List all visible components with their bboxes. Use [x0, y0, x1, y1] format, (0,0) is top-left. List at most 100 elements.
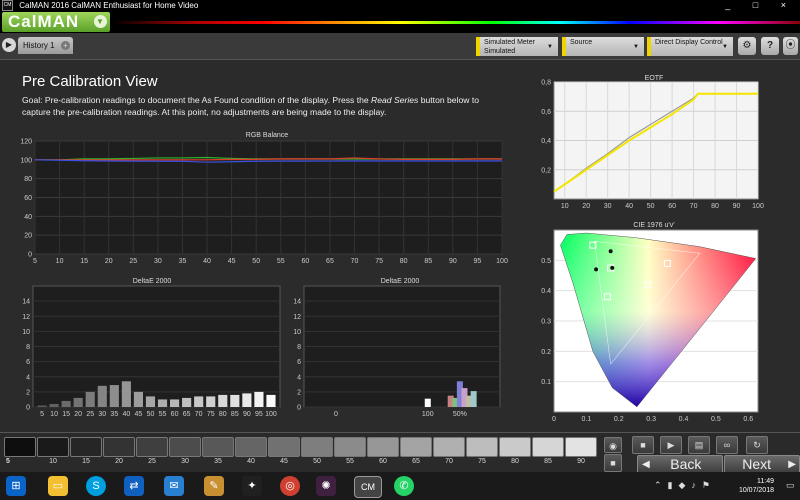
- window-controls: _ □ ×: [725, 0, 796, 11]
- x-tick-label: 30: [604, 203, 612, 210]
- display-label: Direct Display Control: [655, 39, 723, 46]
- tab-label: History 1: [23, 41, 55, 50]
- patch-swatch[interactable]: [367, 437, 399, 457]
- x-tick-label: 20: [105, 258, 113, 265]
- x-tick-label: 95: [255, 411, 263, 418]
- refresh-icon[interactable]: ↻: [746, 436, 768, 454]
- y-tick-label: 14: [22, 299, 30, 306]
- next-label: Next: [742, 456, 772, 472]
- deltae-colors-chart: DeltaE 2000 0 2 4 6 8 10 12 14 0 100 50%: [293, 278, 501, 418]
- file-explorer-icon[interactable]: ▭: [48, 476, 68, 496]
- patch-swatch[interactable]: [268, 437, 300, 457]
- bar: [49, 403, 59, 407]
- y-tick-label: 6: [26, 359, 30, 366]
- y-tick-label: 80: [24, 176, 32, 183]
- patch-swatch[interactable]: [466, 437, 498, 457]
- x-tick-label: 60: [171, 411, 179, 418]
- patch-label: 80: [511, 458, 519, 465]
- eotf-title: EOTF: [645, 75, 664, 82]
- skype-icon[interactable]: S: [86, 476, 106, 496]
- patch-swatch[interactable]: [103, 437, 135, 457]
- calman-taskbar-icon[interactable]: CM: [354, 476, 382, 498]
- x-tick-label: 50%: [453, 411, 467, 418]
- patch-swatch[interactable]: [235, 437, 267, 457]
- maximize-button[interactable]: □: [753, 0, 768, 10]
- mail-icon[interactable]: ✉: [164, 476, 184, 496]
- paint-icon[interactable]: ✎: [204, 476, 224, 496]
- loop-button[interactable]: ∞: [716, 436, 738, 454]
- app-icon[interactable]: ✦: [242, 476, 262, 496]
- x-tick-label: 60: [668, 203, 676, 210]
- options-icon[interactable]: ⦿: [783, 37, 798, 55]
- y-tick-label: 60: [24, 195, 32, 202]
- stop-button[interactable]: ■: [632, 436, 654, 454]
- notification-icon[interactable]: ▭: [786, 480, 795, 491]
- clock-date: 10/07/2018: [738, 487, 774, 494]
- patch-label: 20: [115, 458, 123, 465]
- tab-history-1[interactable]: History 1 +: [18, 37, 73, 54]
- teamviewer-icon[interactable]: ⇄: [124, 476, 144, 496]
- patch-swatch[interactable]: [400, 437, 432, 457]
- x-tick-label: 70: [690, 203, 698, 210]
- add-tab-icon[interactable]: +: [61, 41, 70, 50]
- bar: [242, 393, 252, 407]
- x-tick-label: 10: [50, 411, 58, 418]
- display-control-dropdown[interactable]: Direct Display Control ▼: [647, 37, 733, 56]
- x-tick-label: 35: [110, 411, 118, 418]
- x-tick-label: 70: [195, 411, 203, 418]
- calman-menu-button[interactable]: CalMAN ▼: [2, 12, 110, 32]
- patch-swatch[interactable]: [4, 437, 36, 457]
- meter-sub: Simulated: [484, 48, 516, 55]
- patch-swatch[interactable]: [565, 437, 597, 457]
- bar: [424, 398, 431, 407]
- y-tick-label: 0: [28, 252, 32, 259]
- patch-swatch[interactable]: [334, 437, 366, 457]
- eye-icon[interactable]: ◉: [604, 437, 622, 453]
- y-tick-label: 10: [22, 329, 30, 336]
- x-tick-label: 70: [351, 258, 359, 265]
- patch-swatch[interactable]: [37, 437, 69, 457]
- patch-swatch[interactable]: [532, 437, 564, 457]
- start-icon[interactable]: ⊞: [6, 476, 26, 496]
- patch-swatch[interactable]: [70, 437, 102, 457]
- patch-swatch[interactable]: [202, 437, 234, 457]
- x-tick-label: 80: [400, 258, 408, 265]
- y-tick-label: 0,2: [541, 167, 551, 174]
- read-series-button[interactable]: ▤: [688, 436, 710, 454]
- x-tick-label: 15: [80, 258, 88, 265]
- close-button[interactable]: ×: [781, 0, 796, 10]
- bar: [61, 400, 71, 407]
- play-button[interactable]: ▶: [660, 436, 682, 454]
- cie-title: CIE 1976 u'v': [633, 222, 674, 229]
- chrome-icon[interactable]: ◎: [280, 476, 300, 496]
- goal-text-emphasis: Read Series: [371, 95, 419, 105]
- play-icon[interactable]: ▶: [2, 38, 16, 52]
- measured-point: [608, 249, 613, 254]
- bar: [254, 391, 264, 407]
- goal-text-start: Goal: Pre-calibration readings to docume…: [22, 95, 372, 105]
- minimize-button[interactable]: _: [725, 0, 740, 10]
- bar: [145, 396, 156, 407]
- whatsapp-icon[interactable]: ✆: [394, 476, 414, 496]
- media-icon[interactable]: ✺: [316, 476, 336, 496]
- x-tick-label: 90: [733, 203, 741, 210]
- deltae-grayscale-chart: DeltaE 2000 0 2 4 6 8 10 12 14 5 10 15 20 25 30 35 40 45…: [22, 278, 281, 418]
- patch-swatch[interactable]: [169, 437, 201, 457]
- y-tick-label: 100: [20, 157, 32, 164]
- x-tick-label: 100: [496, 258, 508, 265]
- y-tick-label: 0: [297, 405, 301, 412]
- goal-text: Goal: Pre-calibration readings to docume…: [22, 94, 502, 118]
- x-tick-label: 55: [277, 258, 285, 265]
- source-dropdown[interactable]: Source ▼: [562, 37, 644, 56]
- patch-swatch[interactable]: [499, 437, 531, 457]
- app-icon: CM: [2, 0, 13, 11]
- patch-swatch[interactable]: [136, 437, 168, 457]
- meter-dropdown[interactable]: Simulated Meter Simulated ▼: [476, 37, 558, 56]
- patch-swatch[interactable]: [301, 437, 333, 457]
- help-icon[interactable]: ?: [761, 37, 779, 55]
- patch-swatch[interactable]: [433, 437, 465, 457]
- system-tray[interactable]: ⌃▮◆♪⚑: [654, 480, 716, 491]
- y-tick-label: 0.5: [541, 258, 551, 265]
- settings-icon[interactable]: ⚙: [738, 37, 756, 55]
- stop-icon[interactable]: ■: [604, 454, 622, 472]
